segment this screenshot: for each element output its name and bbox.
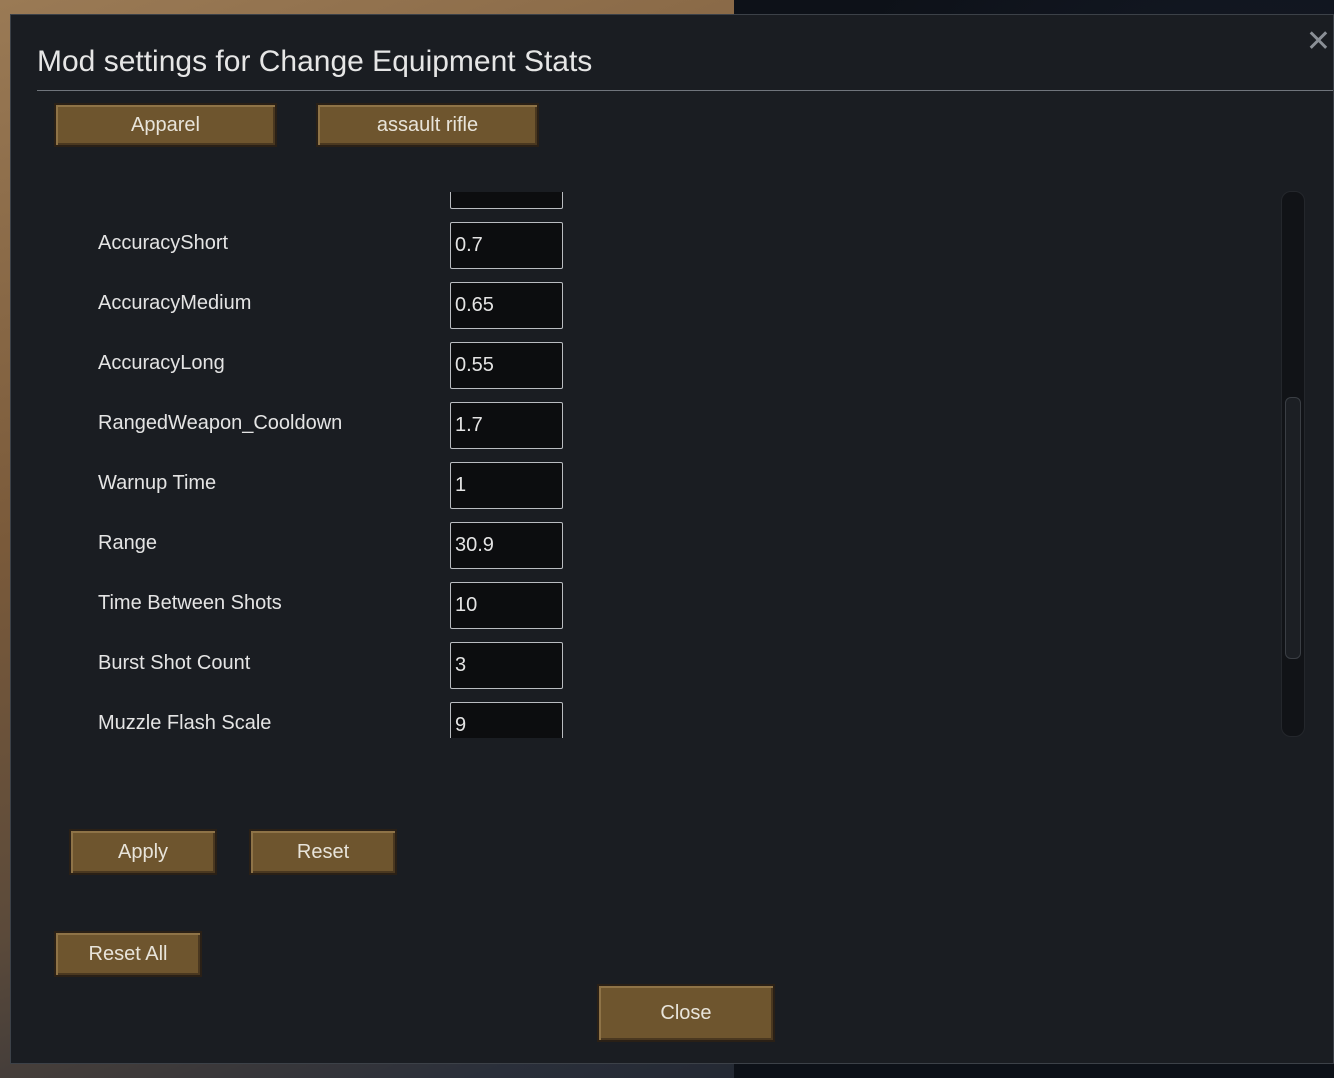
reset-all-button[interactable]: Reset All — [54, 931, 202, 977]
stat-value-input[interactable] — [450, 192, 563, 209]
scrollbar-track[interactable] — [1281, 191, 1305, 737]
stat-row-warmup: Warnup Time — [51, 462, 571, 522]
title-divider — [37, 90, 1333, 91]
stat-row-cooldown: RangedWeapon_Cooldown — [51, 402, 571, 462]
stat-label: AccuracyMedium — [98, 292, 252, 314]
mod-settings-dialog: ✕ Mod settings for Change Equipment Stat… — [10, 14, 1334, 1064]
stat-row — [51, 192, 571, 222]
stat-label: Time Between Shots — [98, 592, 282, 614]
close-button[interactable]: Close — [597, 984, 775, 1042]
cooldown-input[interactable] — [450, 402, 563, 449]
stat-label: Muzzle Flash Scale — [98, 712, 272, 734]
stat-row-burst-shot-count: Burst Shot Count — [51, 642, 571, 702]
burst-shot-count-input[interactable] — [450, 642, 563, 689]
range-input[interactable] — [450, 522, 563, 569]
stat-row-accuracy-long: AccuracyLong — [51, 342, 571, 402]
accuracy-medium-input[interactable] — [450, 282, 563, 329]
muzzle-flash-scale-input[interactable] — [450, 702, 563, 738]
accuracy-long-input[interactable] — [450, 342, 563, 389]
reset-button[interactable]: Reset — [249, 829, 397, 875]
stat-label: AccuracyLong — [98, 352, 225, 374]
stats-list[interactable]: AccuracyShort AccuracyMedium AccuracyLon… — [51, 192, 1301, 738]
scrollbar-thumb[interactable] — [1285, 397, 1301, 659]
warmup-time-input[interactable] — [450, 462, 563, 509]
stat-row-range: Range — [51, 522, 571, 582]
stat-label: Range — [98, 532, 157, 554]
apply-button[interactable]: Apply — [69, 829, 217, 875]
stat-row-time-between-shots: Time Between Shots — [51, 582, 571, 642]
tab-assault-rifle[interactable]: assault rifle — [316, 103, 539, 147]
tab-apparel[interactable]: Apparel — [54, 103, 277, 147]
time-between-shots-input[interactable] — [450, 582, 563, 629]
stat-row-accuracy-short: AccuracyShort — [51, 222, 571, 282]
stat-label: AccuracyShort — [98, 232, 229, 254]
dialog-title: Mod settings for Change Equipment Stats — [37, 45, 593, 78]
accuracy-short-input[interactable] — [450, 222, 563, 269]
stat-label: Warnup Time — [98, 472, 217, 494]
close-icon[interactable]: ✕ — [1306, 27, 1331, 57]
stat-row-accuracy-medium: AccuracyMedium — [51, 282, 571, 342]
stat-label: Burst Shot Count — [98, 652, 251, 674]
stat-row-muzzle-flash-scale: Muzzle Flash Scale — [51, 702, 571, 738]
stat-label: RangedWeapon_Cooldown — [98, 412, 343, 434]
